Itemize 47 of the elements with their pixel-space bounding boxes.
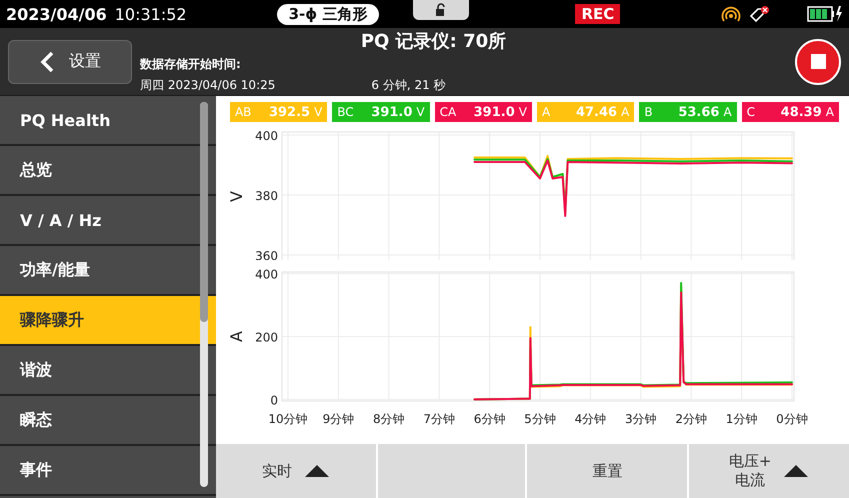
y-tick-label: 0 — [270, 394, 278, 408]
status-time: 10:31:52 — [114, 4, 187, 24]
stop-button[interactable] — [795, 38, 841, 84]
tag-error-icon — [749, 5, 771, 23]
menu-item[interactable]: 骤降骤升 — [0, 296, 216, 346]
y-tick-label: 400 — [255, 129, 278, 143]
signal-icon — [721, 4, 741, 24]
reading-badge: C 48.39 A — [742, 102, 839, 122]
start-time: 周四 2023/04/06 10:25 — [140, 77, 276, 94]
chevron-left-icon — [39, 50, 55, 72]
x-tick-label: 4分钟 — [574, 412, 606, 426]
x-tick-label: 5分钟 — [524, 412, 556, 426]
reading-badge: CA 391.0 V — [434, 102, 532, 122]
reading-badge: A 47.46 A — [536, 102, 634, 122]
y-tick-label: 380 — [255, 189, 278, 203]
y-tick-label: 360 — [255, 249, 278, 260]
x-tick-label: 2分钟 — [675, 412, 707, 426]
x-tick-label: 10分钟 — [268, 412, 308, 426]
soft-key-button[interactable]: 电压+ 电流 — [689, 444, 849, 498]
x-tick-label: 6分钟 — [474, 412, 506, 426]
x-tick-label: 0分钟 — [776, 412, 808, 426]
lock-tab[interactable] — [413, 0, 470, 20]
x-tick-label: 1分钟 — [726, 412, 758, 426]
x-tick-label: 8分钟 — [372, 412, 405, 426]
wiring-badge[interactable]: 3-ϕ 三角形 — [276, 4, 380, 24]
soft-key-button[interactable]: 重置 — [527, 444, 688, 498]
x-tick-label: 7分钟 — [423, 412, 455, 426]
soft-key-button[interactable]: 实时 — [216, 444, 376, 498]
y-tick-label: 200 — [255, 330, 278, 345]
y-tick-label: 400 — [255, 268, 278, 282]
reading-badge: B 53.66 A — [639, 102, 737, 122]
x-tick-label: 3分钟 — [624, 412, 657, 426]
back-button[interactable]: 设置 — [8, 40, 132, 84]
screen-title: PQ 记录仪: 70所 — [360, 30, 508, 53]
y-axis-label: V — [226, 191, 246, 202]
battery-charging-icon — [807, 5, 843, 23]
scrollbar-thumb[interactable] — [200, 102, 208, 322]
x-tick-label: 9分钟 — [322, 412, 354, 426]
y-axis-label: A — [226, 331, 246, 342]
reading-badge: BC 391.0 V — [332, 102, 430, 122]
rec-badge: REC — [575, 4, 620, 24]
status-date: 2023/04/06 — [6, 4, 107, 24]
reading-badge: AB 392.5 V — [230, 102, 328, 122]
scrollbar[interactable] — [200, 102, 208, 487]
elapsed-duration: 6 分钟, 21 秒 — [371, 77, 446, 94]
stop-icon — [810, 54, 826, 69]
start-time-label: 数据存储开始时间: — [140, 56, 242, 73]
